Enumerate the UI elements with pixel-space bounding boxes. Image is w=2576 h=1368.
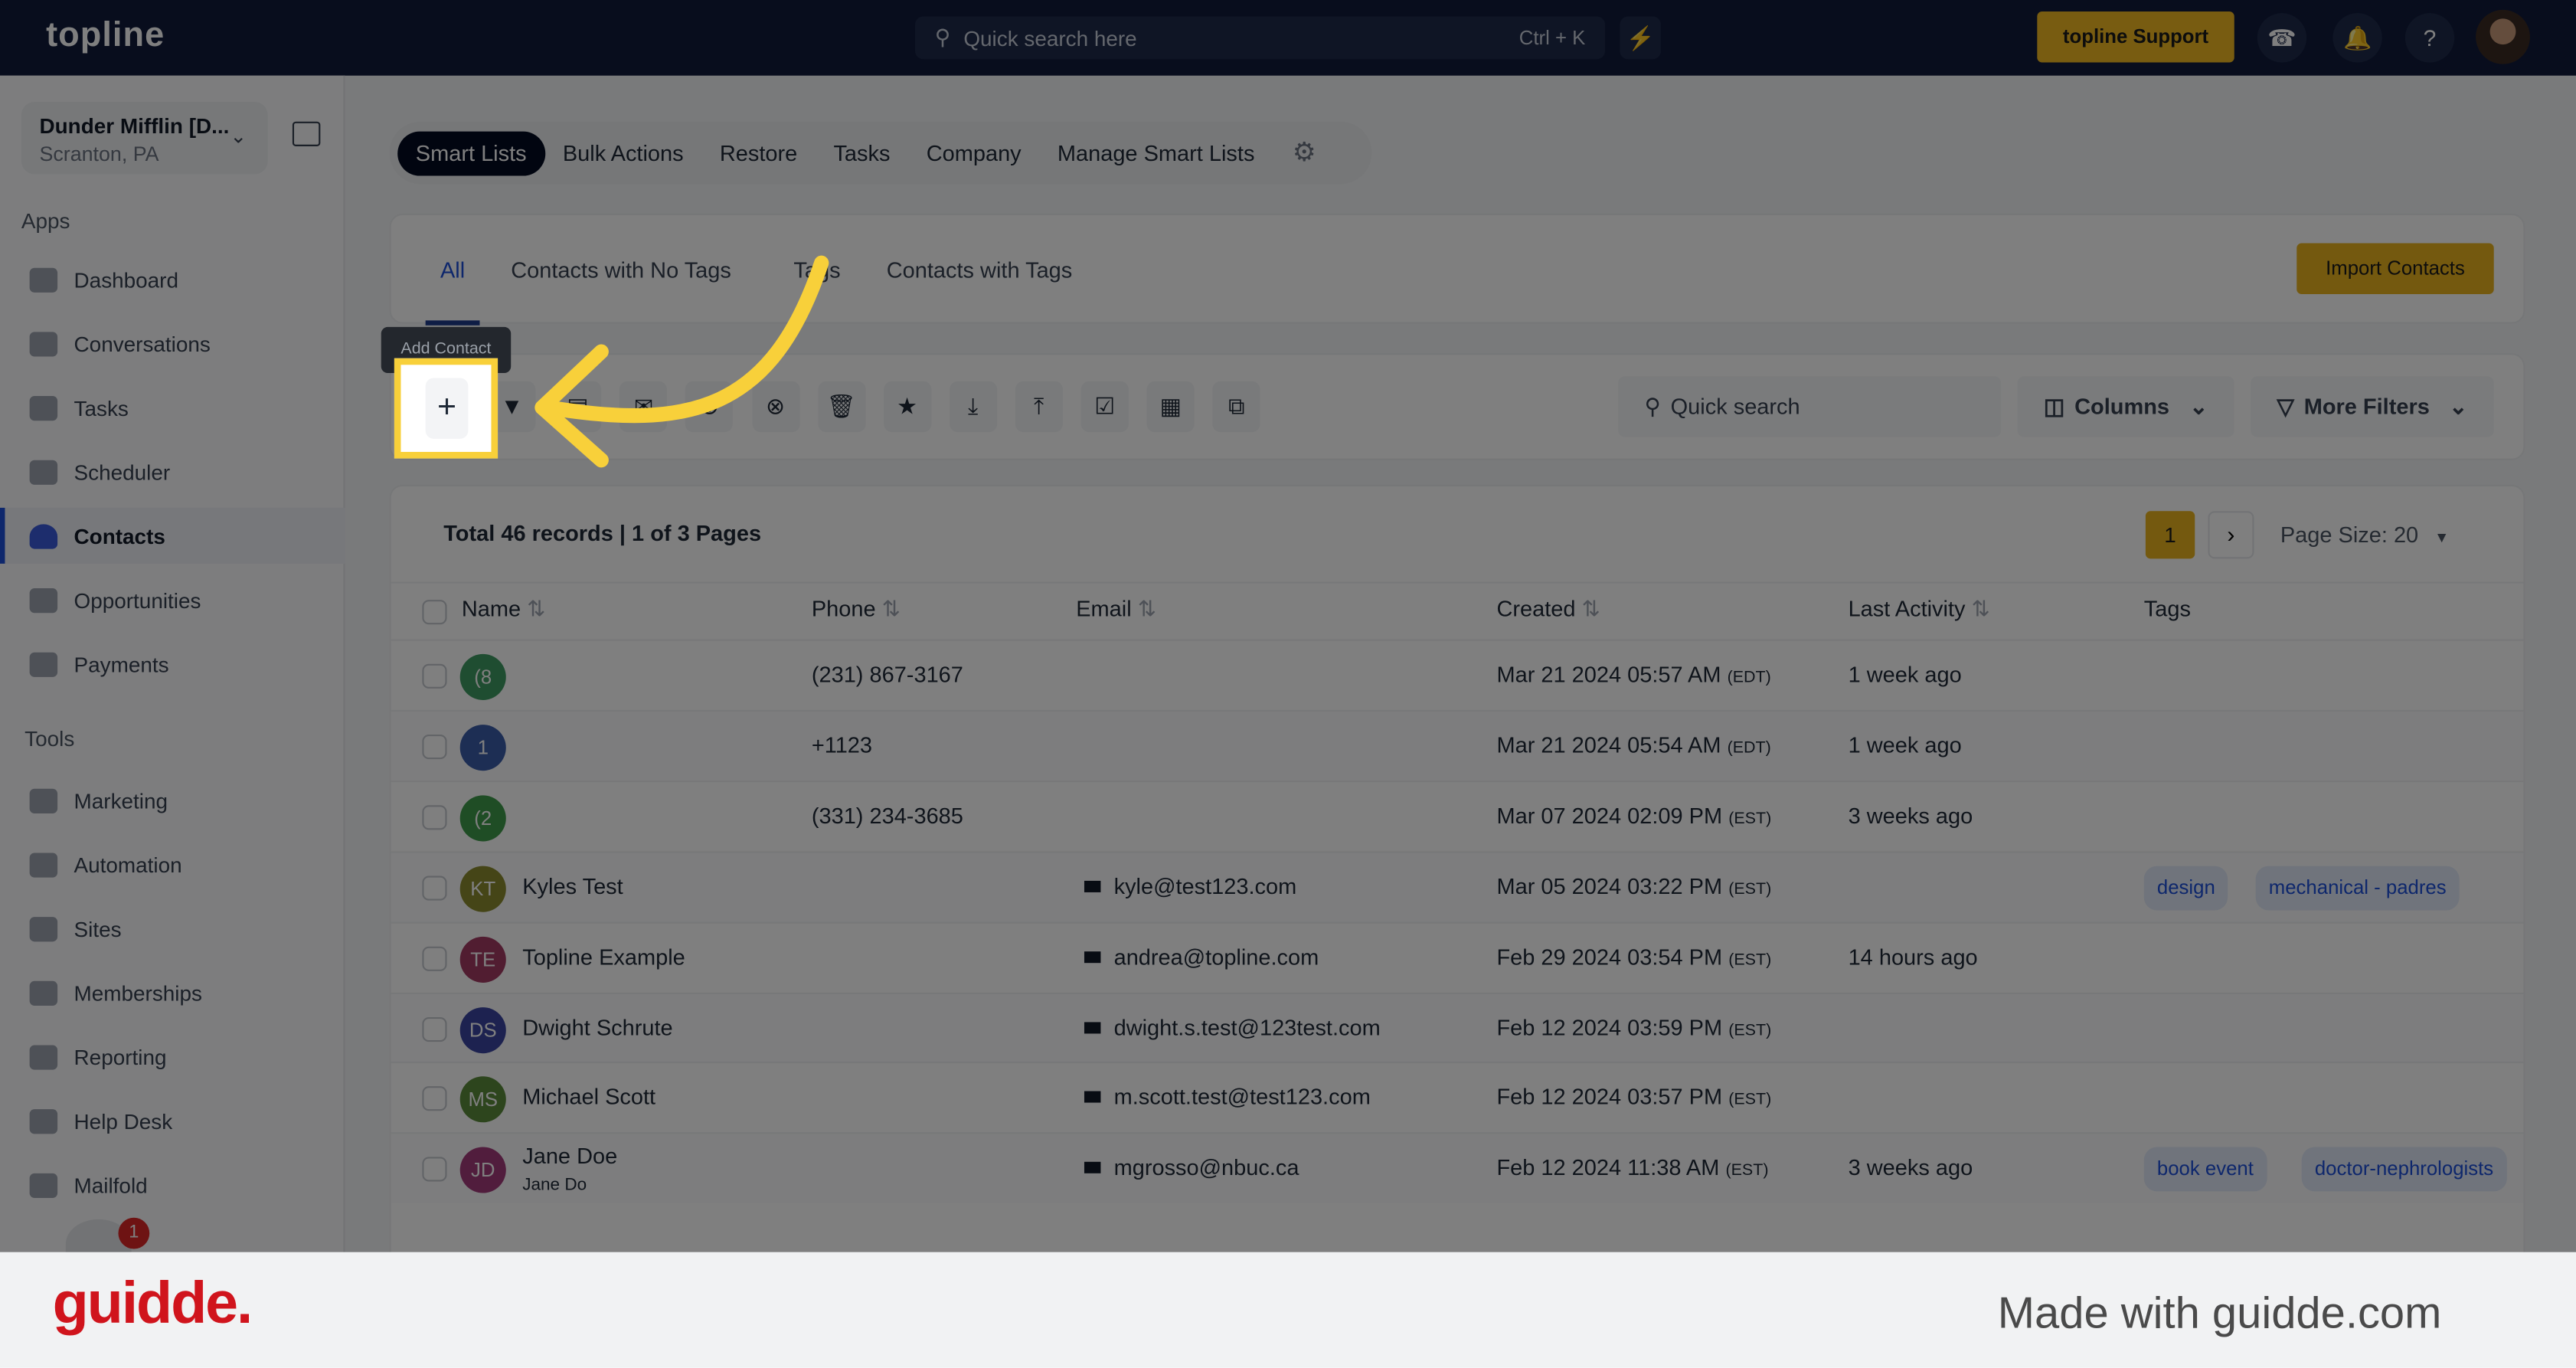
annotation-arrow — [534, 255, 829, 468]
guidde-logo: guidde. — [52, 1268, 253, 1337]
arrow-curve — [541, 255, 829, 424]
made-with-text: Made with guidde.com — [1997, 1288, 2442, 1338]
